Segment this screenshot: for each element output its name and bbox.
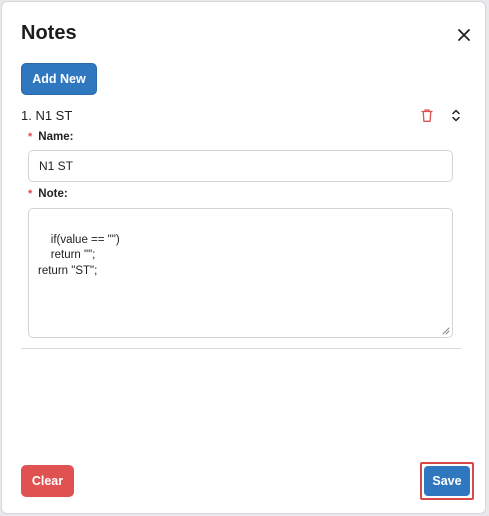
note-field-label: * Note:	[28, 188, 68, 200]
name-input[interactable]: N1 ST	[28, 150, 453, 182]
notes-dialog: Notes Add New 1. N1 ST * Name: N1 ST * N…	[1, 1, 486, 514]
resize-handle-icon[interactable]	[442, 327, 450, 335]
clear-button[interactable]: Clear	[21, 465, 74, 497]
chevron-up-down-icon	[452, 109, 460, 122]
close-icon	[458, 29, 470, 41]
save-button[interactable]: Save	[424, 466, 470, 496]
add-new-button[interactable]: Add New	[21, 63, 97, 95]
required-marker: *	[28, 131, 33, 143]
note-textarea[interactable]: if(value == "") return ""; return "ST";	[28, 208, 453, 338]
expand-collapse-button[interactable]	[450, 108, 462, 123]
divider	[21, 348, 462, 349]
trash-icon	[421, 109, 433, 122]
dialog-title: Notes	[21, 22, 77, 44]
name-field-label: * Name:	[28, 131, 73, 143]
required-marker: *	[28, 188, 33, 200]
close-button[interactable]	[454, 25, 474, 45]
name-label-text: Name:	[38, 131, 74, 143]
note-label-text: Note:	[38, 188, 68, 200]
note-textarea-content: if(value == "") return ""; return "ST";	[38, 233, 120, 277]
note-item-title[interactable]: 1. N1 ST	[21, 108, 72, 123]
delete-note-button[interactable]	[420, 108, 434, 123]
